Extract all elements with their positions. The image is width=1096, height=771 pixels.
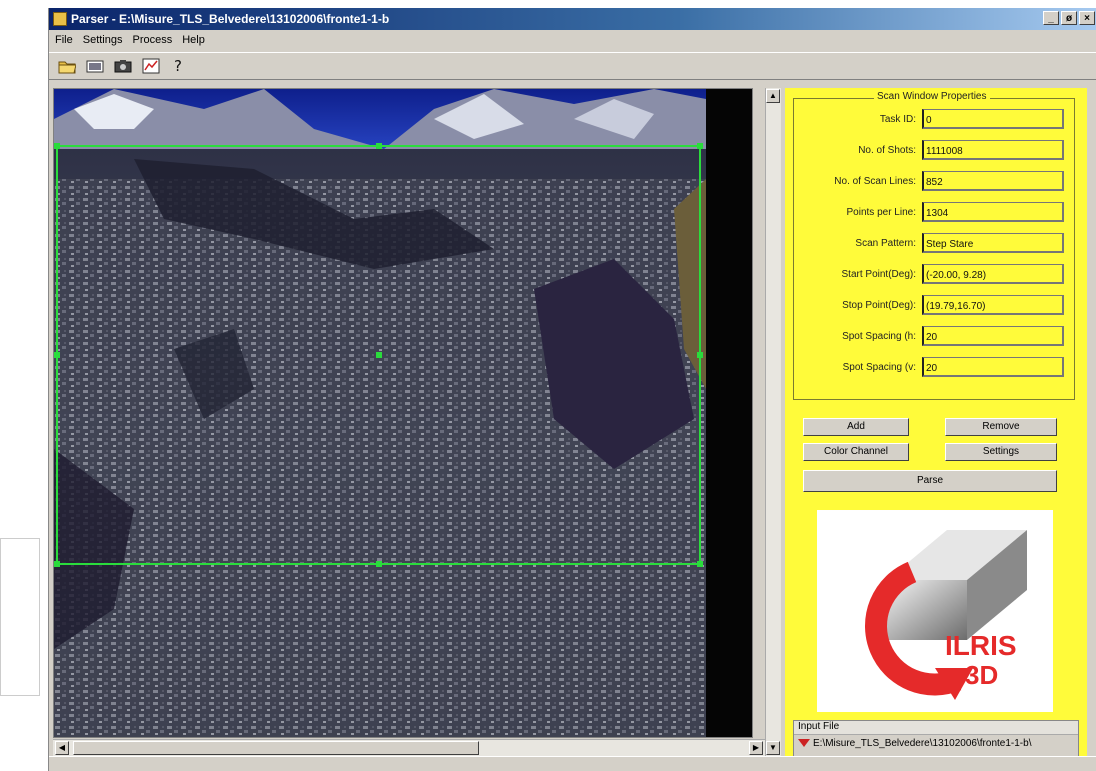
resize-handle[interactable] <box>376 561 382 567</box>
field-label: Points per Line: <box>846 207 917 218</box>
logo-graphic <box>865 530 1027 700</box>
spot-spacing-h-field[interactable] <box>922 326 1064 346</box>
input-file-item[interactable]: E:\Misure_TLS_Belvedere\13102006\fronte1… <box>794 735 1078 752</box>
horizontal-scrollbar[interactable]: ◀ ▶ <box>53 739 765 756</box>
control-panel: Scan Window Properties Task ID: No. of S… <box>785 88 1087 770</box>
color-channel-button[interactable]: Color Channel <box>803 443 909 461</box>
app-icon <box>53 12 67 26</box>
open-folder-icon[interactable] <box>57 56 77 76</box>
toolbar: ? <box>49 52 1096 80</box>
scan-lines-row: No. of Scan Lines: <box>794 165 1076 195</box>
help-icon[interactable]: ? <box>169 56 189 76</box>
scan-window-properties: Scan Window Properties Task ID: No. of S… <box>793 91 1076 400</box>
menu-settings[interactable]: Settings <box>83 34 123 46</box>
maximize-button[interactable]: ø <box>1061 11 1077 25</box>
field-label: Spot Spacing (h: <box>842 331 916 342</box>
input-file-header: Input File <box>794 721 1078 735</box>
properties-title: Scan Window Properties <box>874 91 990 102</box>
resize-handle[interactable] <box>54 143 60 149</box>
panel-scrollbar[interactable] <box>1089 88 1096 756</box>
remove-button[interactable]: Remove <box>945 418 1057 436</box>
logo-text-3d: 3D <box>965 660 999 690</box>
start-point-row: Start Point(Deg): <box>794 258 1076 288</box>
file-icon <box>798 738 810 747</box>
stop-point-row: Stop Point(Deg): <box>794 289 1076 319</box>
menu-bar: File Settings Process Help <box>49 30 1096 50</box>
menu-help[interactable]: Help <box>182 34 205 46</box>
ilris-3d-logo: ILRIS 3D <box>817 510 1053 712</box>
image-icon[interactable] <box>85 56 105 76</box>
resize-handle[interactable] <box>376 352 382 358</box>
task-id-field[interactable] <box>922 109 1064 129</box>
field-label: Stop Point(Deg): <box>842 300 916 311</box>
resize-handle[interactable] <box>54 352 60 358</box>
spot-spacing-v-row: Spot Spacing (v: <box>794 351 1076 381</box>
field-label: Spot Spacing (v: <box>842 362 916 373</box>
status-bar <box>49 756 1096 771</box>
side-decoration <box>0 538 40 696</box>
task-id-row: Task ID: <box>794 103 1076 133</box>
spot-spacing-h-row: Spot Spacing (h: <box>794 320 1076 350</box>
scan-image-viewer[interactable] <box>53 88 753 738</box>
scroll-up-icon[interactable]: ▲ <box>766 89 780 103</box>
input-file-path: E:\Misure_TLS_Belvedere\13102006\fronte1… <box>813 738 1032 749</box>
camera-icon[interactable] <box>113 56 133 76</box>
window-title: Parser - E:\Misure_TLS_Belvedere\1310200… <box>71 12 390 26</box>
spot-spacing-v-field[interactable] <box>922 357 1064 377</box>
scan-lines-field[interactable] <box>922 171 1064 191</box>
stop-point-field[interactable] <box>922 295 1064 315</box>
close-button[interactable]: × <box>1079 11 1095 25</box>
resize-handle[interactable] <box>376 143 382 149</box>
logo-text-ilris: ILRIS <box>945 630 1017 661</box>
field-label: No. of Shots: <box>858 145 916 156</box>
app-window: Parser - E:\Misure_TLS_Belvedere\1310200… <box>48 8 1096 771</box>
shots-row: No. of Shots: <box>794 134 1076 164</box>
resize-handle[interactable] <box>697 561 703 567</box>
points-per-line-row: Points per Line: <box>794 196 1076 226</box>
field-label: Task ID: <box>879 114 916 125</box>
scroll-thumb[interactable] <box>73 741 479 755</box>
svg-text:?: ? <box>174 57 182 75</box>
scroll-left-icon[interactable]: ◀ <box>55 741 69 755</box>
resize-handle[interactable] <box>697 352 703 358</box>
scan-pattern-field[interactable] <box>922 233 1064 253</box>
scroll-right-icon[interactable]: ▶ <box>749 741 763 755</box>
settings-button[interactable]: Settings <box>945 443 1057 461</box>
parse-button[interactable]: Parse <box>803 470 1057 492</box>
scan-pattern-row: Scan Pattern: <box>794 227 1076 257</box>
scroll-down-icon[interactable]: ▼ <box>766 741 780 755</box>
chart-icon[interactable] <box>141 56 161 76</box>
menu-process[interactable]: Process <box>132 34 172 46</box>
start-point-field[interactable] <box>922 264 1064 284</box>
minimize-button[interactable]: _ <box>1043 11 1059 25</box>
menu-file[interactable]: File <box>55 34 73 46</box>
shots-field[interactable] <box>922 140 1064 160</box>
field-label: No. of Scan Lines: <box>834 176 916 187</box>
points-per-line-field[interactable] <box>922 202 1064 222</box>
title-bar: Parser - E:\Misure_TLS_Belvedere\1310200… <box>49 8 1096 30</box>
add-button[interactable]: Add <box>803 418 909 436</box>
viewer-empty-area <box>706 89 752 737</box>
resize-handle[interactable] <box>54 561 60 567</box>
resize-handle[interactable] <box>697 143 703 149</box>
field-label: Start Point(Deg): <box>841 269 916 280</box>
field-label: Scan Pattern: <box>855 238 916 249</box>
vertical-scrollbar[interactable]: ▲ ▼ <box>765 88 781 756</box>
scan-selection-rectangle[interactable] <box>54 143 703 567</box>
